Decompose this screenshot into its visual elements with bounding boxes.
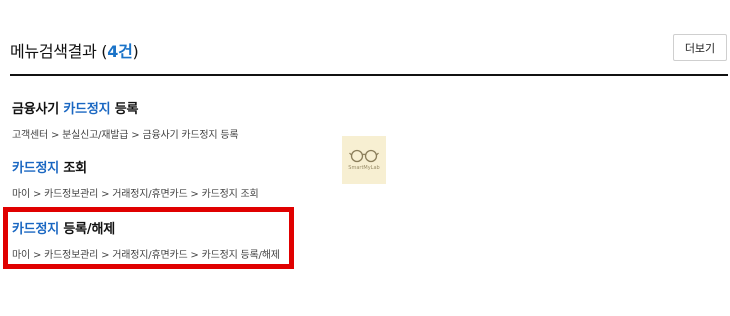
search-results-header: 메뉴검색결과 (4건) 더보기 bbox=[10, 32, 728, 68]
result-item: 금융사기 카드정지 등록 고객센터 > 분실신고/재발급 > 금융사기 카드정지… bbox=[12, 98, 412, 141]
result-title-before: 금융사기 bbox=[12, 102, 64, 117]
title-prefix: 메뉴검색결과 ( bbox=[10, 42, 108, 61]
result-breadcrumb: 마이 > 카드정보관리 > 거래정지/휴면카드 > 카드정지 조회 bbox=[12, 189, 259, 200]
result-title-after: 등록 bbox=[110, 102, 139, 117]
result-title-highlight: 카드정지 bbox=[63, 102, 111, 117]
result-count: 4건 bbox=[107, 42, 133, 61]
more-button[interactable]: 더보기 bbox=[673, 34, 727, 61]
page-title: 메뉴검색결과 (4건) bbox=[10, 38, 139, 62]
result-title-after: 조회 bbox=[59, 161, 87, 176]
result-title-highlight: 카드정지 bbox=[12, 161, 60, 176]
header-divider bbox=[10, 74, 728, 76]
glasses-icon bbox=[349, 149, 379, 163]
title-suffix: ) bbox=[132, 42, 139, 61]
result-title-link[interactable]: 금융사기 카드정지 등록 bbox=[12, 98, 412, 117]
watermark-text: SmartMyLab bbox=[348, 165, 380, 171]
watermark-logo: SmartMyLab bbox=[342, 136, 386, 184]
highlight-annotation-box bbox=[3, 207, 294, 269]
